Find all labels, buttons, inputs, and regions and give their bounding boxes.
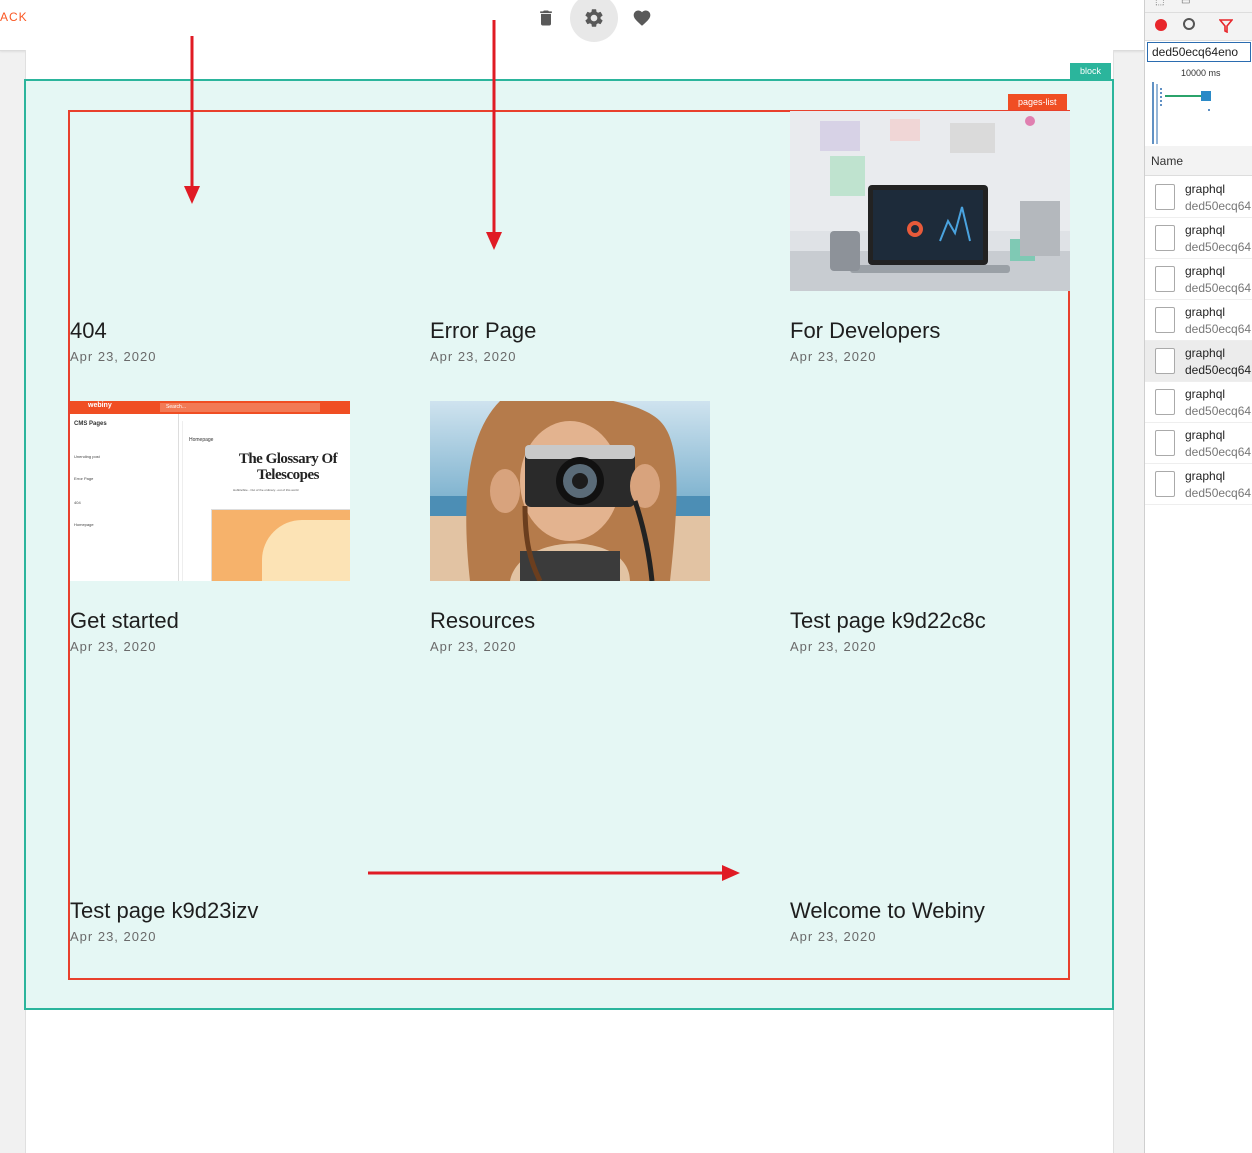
devtools-filter-input[interactable]: ded50ecq64eno: [1147, 42, 1251, 62]
thumb-side-panel: CMS Pages Unending post Error Page 404 H…: [70, 414, 179, 581]
thumb-search: Search...: [160, 403, 320, 412]
page-card-title[interactable]: Test page k9d23izv: [70, 898, 258, 924]
page-card-date: Apr 23, 2020: [790, 349, 877, 364]
page-card-date: Apr 23, 2020: [70, 929, 157, 944]
request-name: graphql: [1185, 346, 1226, 360]
devtools-network-panel: ⬚ ▭ ded50ecq64eno 10000 ms Name graphql …: [1144, 0, 1252, 1153]
page-card-title[interactable]: Resources: [430, 608, 535, 634]
request-path: ded50ecq64: [1185, 445, 1252, 459]
annotation-arrow-down: [486, 20, 502, 250]
device-toolbar-icon[interactable]: ▭: [1181, 0, 1190, 7]
page-card-title[interactable]: Welcome to Webiny: [790, 898, 985, 924]
network-request-row[interactable]: graphql ded50ecq64: [1145, 464, 1252, 505]
page-card-thumbnail-for-developers[interactable]: [790, 111, 1070, 291]
annotation-arrow-down: [184, 36, 200, 204]
network-request-row-selected[interactable]: graphql ded50ecq64: [1145, 341, 1252, 382]
request-path: ded50ecq64: [1185, 363, 1252, 377]
devtools-timeline-overview: 10000 ms: [1145, 64, 1252, 147]
request-name: graphql: [1185, 223, 1226, 237]
page-card-date: Apr 23, 2020: [430, 349, 517, 364]
document-icon: [1155, 348, 1175, 374]
request-path: ded50ecq64: [1185, 404, 1252, 418]
pages-list-tag: pages-list: [1008, 94, 1067, 110]
document-icon: [1155, 307, 1175, 333]
network-request-row[interactable]: graphql ded50ecq64: [1145, 259, 1252, 300]
document-icon: [1155, 225, 1175, 251]
page-card-date: Apr 23, 2020: [790, 639, 877, 654]
network-request-row[interactable]: graphql ded50ecq64: [1145, 177, 1252, 218]
thumb-preview-label: Homepage: [189, 437, 214, 443]
editor-top-bar: ACK: [0, 0, 1144, 51]
thumb-row: Homepage: [74, 522, 94, 527]
page-card-title[interactable]: Error Page: [430, 318, 536, 344]
request-name: graphql: [1185, 428, 1226, 442]
inspect-element-icon[interactable]: ⬚: [1155, 0, 1164, 7]
settings-gear-icon[interactable]: [570, 0, 618, 42]
request-name: graphql: [1185, 264, 1226, 278]
annotation-arrow-right: [368, 865, 740, 881]
request-name: graphql: [1185, 469, 1226, 483]
request-name: graphql: [1185, 387, 1226, 401]
delete-icon[interactable]: [532, 4, 560, 32]
network-request-row[interactable]: graphql ded50ecq64: [1145, 382, 1252, 423]
page-card-thumbnail-get-started[interactable]: webiny Search... CMS Pages Unending post…: [70, 401, 350, 581]
page-card-title[interactable]: For Developers: [790, 318, 940, 344]
thumb-row: 404: [74, 500, 81, 505]
page-card-title[interactable]: Test page k9d22c8c: [790, 608, 986, 634]
thumb-preview-shape: [262, 520, 350, 581]
request-path: ded50ecq64: [1185, 322, 1252, 336]
request-path: ded50ecq64: [1185, 281, 1252, 295]
network-request-row[interactable]: graphql ded50ecq64: [1145, 423, 1252, 464]
request-path: ded50ecq64: [1185, 240, 1252, 254]
timeline-graph: [1152, 82, 1211, 144]
timeline-label: 10000 ms: [1181, 68, 1221, 78]
request-path: ded50ecq64: [1185, 486, 1252, 500]
page-card-title[interactable]: Get started: [70, 608, 179, 634]
network-request-row[interactable]: graphql ded50ecq64: [1145, 218, 1252, 259]
request-path: ded50ecq64: [1185, 199, 1252, 213]
thumb-row: Unending post: [74, 454, 100, 459]
request-name: graphql: [1185, 305, 1226, 319]
document-icon: [1155, 184, 1175, 210]
devtools-tabstrip: ⬚ ▭: [1145, 0, 1252, 13]
page-card-title[interactable]: 404: [70, 318, 107, 344]
thumb-panel-title: CMS Pages: [74, 421, 107, 427]
document-icon: [1155, 430, 1175, 456]
block-tag: block: [1070, 63, 1112, 79]
thumb-tagline: HubbleSite - Out of the ordinary...out o…: [233, 488, 299, 492]
favorite-heart-icon[interactable]: [628, 4, 656, 32]
thumb-preview-image: [211, 509, 350, 581]
filter-icon[interactable]: [1219, 19, 1233, 33]
page-card-date: Apr 23, 2020: [430, 639, 517, 654]
page-card-date: Apr 23, 2020: [70, 639, 157, 654]
clear-icon[interactable]: [1183, 18, 1195, 30]
document-icon: [1155, 266, 1175, 292]
thumb-preview: Homepage The Glossary Of Telescopes Hubb…: [182, 421, 350, 581]
network-request-row[interactable]: graphql ded50ecq64: [1145, 300, 1252, 341]
thumb-heading: The Glossary Of Telescopes: [238, 451, 338, 483]
thumb-row: Error Page: [74, 476, 94, 481]
devtools-toolbar: ⬚ ▭: [1145, 0, 1252, 41]
devtools-name-column-header[interactable]: Name: [1145, 146, 1252, 176]
page-card-date: Apr 23, 2020: [790, 929, 877, 944]
page-card-date: Apr 23, 2020: [70, 349, 157, 364]
back-link[interactable]: ACK: [0, 10, 28, 24]
document-icon: [1155, 471, 1175, 497]
thumb-logo: webiny: [88, 402, 112, 409]
page-card-thumbnail-resources[interactable]: [430, 401, 710, 581]
record-icon[interactable]: [1155, 19, 1167, 31]
thumb-app-bar: webiny Search...: [70, 401, 350, 414]
document-icon: [1155, 389, 1175, 415]
request-name: graphql: [1185, 182, 1226, 196]
